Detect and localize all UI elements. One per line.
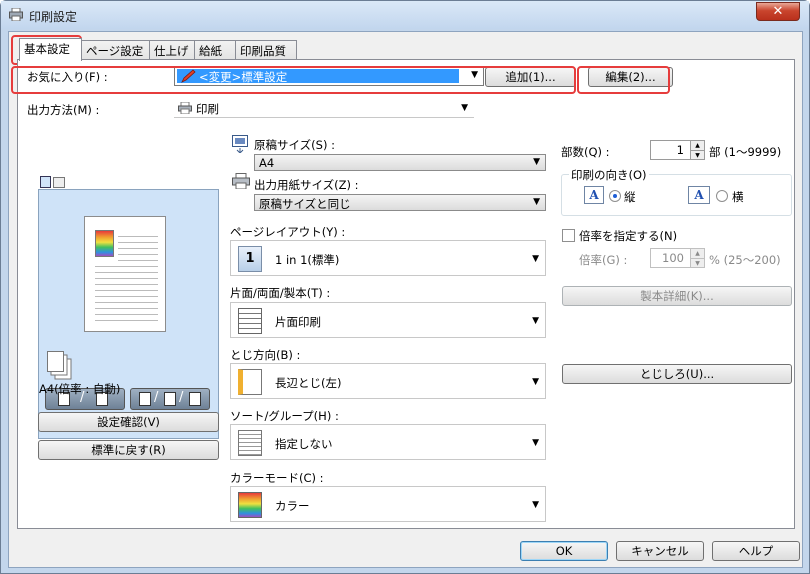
output-method-value: 印刷 <box>196 102 219 116</box>
tab-finishing[interactable]: 仕上げ <box>149 40 195 60</box>
original-size-value: A4 <box>259 156 275 170</box>
portrait-radio[interactable] <box>609 190 621 202</box>
preview-text-lines <box>95 261 158 321</box>
chevron-down-icon: ▼ <box>461 103 468 113</box>
output-method-dropdown[interactable]: 印刷 ▼ <box>174 98 474 118</box>
original-size-icon <box>232 135 248 153</box>
page-layout-dropdown[interactable]: 1 1 in 1(標準) ▼ <box>230 240 546 276</box>
color-mode-dropdown[interactable]: カラー ▼ <box>230 486 546 522</box>
chevron-down-icon: ▼ <box>532 500 539 510</box>
scale-range: % (25〜200) <box>709 253 781 267</box>
spin-up-icon[interactable]: ▲ <box>690 249 704 258</box>
color-mode-value: カラー <box>275 499 310 513</box>
scale-checkbox[interactable] <box>562 229 575 242</box>
basic-settings-panel: お気に入り(F) : <変更>標準設定 ▼ 追加(1)... 編集(2)... … <box>17 59 795 529</box>
binding-label: とじ方向(B) : <box>230 348 301 362</box>
output-method-label: 出力方法(M) : <box>27 103 100 117</box>
chevron-down-icon: ▼ <box>533 157 540 167</box>
tab-basic[interactable]: 基本設定 <box>19 38 82 61</box>
preview-page <box>84 216 166 332</box>
orientation-label: 印刷の向き(O) <box>569 167 649 183</box>
page-icon <box>164 392 176 406</box>
one-sided-icon <box>238 308 262 334</box>
paper-size-label: 出力用紙サイズ(Z) : <box>254 178 359 192</box>
spin-down-icon[interactable]: ▼ <box>690 258 704 267</box>
ok-button[interactable]: OK <box>520 541 608 561</box>
sort-dropdown[interactable]: 指定しない ▼ <box>230 424 546 460</box>
paper-size-icon <box>232 173 250 189</box>
print-settings-window: 印刷設定 ✕ 基本設定 ページ設定 仕上げ 給紙 印刷品質 お気に入り(F) :… <box>0 0 810 574</box>
landscape-icon: A <box>688 186 710 204</box>
scale-checkbox-label: 倍率を指定する(N) <box>579 229 678 243</box>
paper-size-value: 原稿サイズと同じ <box>259 197 351 211</box>
no-sort-icon <box>238 430 262 456</box>
sort-label: ソート/グループ(H) : <box>230 409 339 423</box>
one-up-icon: 1 <box>238 246 262 272</box>
page-preview: / / / <box>38 174 219 439</box>
tab-paper-source[interactable]: 給紙 <box>194 40 236 60</box>
copies-label: 部数(Q) : <box>561 145 610 159</box>
help-button[interactable]: ヘルプ <box>712 541 800 561</box>
cancel-button[interactable]: キャンセル <box>616 541 704 561</box>
preview-status: A4(倍率 : 自動) <box>39 382 121 396</box>
scale-value: 100 <box>662 251 684 265</box>
paper-size-dropdown[interactable]: 原稿サイズと同じ ▼ <box>254 194 546 211</box>
chevron-down-icon: ▼ <box>532 438 539 448</box>
slash-icon: / <box>154 390 159 405</box>
dialog-body: 基本設定 ページ設定 仕上げ 給紙 印刷品質 お気に入り(F) : <変更>標準… <box>8 31 803 568</box>
favorites-highlight <box>11 66 576 94</box>
title-bar[interactable]: 印刷設定 ✕ <box>1 1 809 29</box>
duplex-value: 片面印刷 <box>275 315 321 329</box>
preview-toolbar <box>38 174 219 190</box>
confirm-settings-button[interactable]: 設定確認(V) <box>38 412 219 432</box>
page-view-icon[interactable] <box>40 176 51 188</box>
window-title: 印刷設定 <box>29 10 78 24</box>
portrait-icon: A <box>584 186 604 204</box>
spin-down-icon[interactable]: ▼ <box>690 150 704 159</box>
binding-value: 長辺とじ(左) <box>275 376 342 390</box>
landscape-radio[interactable] <box>716 190 728 202</box>
page-layout-label: ページレイアウト(Y) : <box>230 225 346 239</box>
spin-up-icon[interactable]: ▲ <box>690 141 704 150</box>
duplex-label: 片面/両面/製本(T) : <box>230 286 331 300</box>
restore-defaults-button[interactable]: 標準に戻す(R) <box>38 440 219 460</box>
original-size-dropdown[interactable]: A4 ▼ <box>254 154 546 171</box>
original-size-label: 原稿サイズ(S) : <box>254 138 335 152</box>
tab-page-setup[interactable]: ページ設定 <box>81 40 150 60</box>
chevron-down-icon: ▼ <box>532 254 539 264</box>
slash-icon: / <box>179 390 184 405</box>
copies-range: 部 (1〜9999) <box>709 145 782 159</box>
booklet-details-button[interactable]: 製本詳細(K)... <box>562 286 792 306</box>
printer-icon <box>178 102 192 114</box>
tab-print-quality[interactable]: 印刷品質 <box>235 40 297 60</box>
landscape-label: 横 <box>732 190 744 204</box>
page-layout-value: 1 in 1(標準) <box>275 253 340 267</box>
long-edge-left-icon <box>238 369 262 395</box>
copies-value: 1 <box>676 143 684 157</box>
color-mode-label: カラーモード(C) : <box>230 471 324 485</box>
scale-spinner[interactable]: 100 ▲ ▼ <box>650 248 705 268</box>
page-icon <box>139 392 151 406</box>
chevron-down-icon: ▼ <box>533 197 540 207</box>
layout-view-button[interactable]: / / <box>130 388 210 410</box>
preview-image <box>95 230 114 257</box>
sort-value: 指定しない <box>275 437 333 451</box>
printer-icon <box>9 8 23 21</box>
color-icon <box>238 492 262 518</box>
duplex-dropdown[interactable]: 片面印刷 ▼ <box>230 302 546 338</box>
copies-stack-icon <box>47 351 72 380</box>
portrait-label: 縦 <box>624 190 636 204</box>
edit-highlight <box>577 66 670 94</box>
chevron-down-icon: ▼ <box>532 316 539 326</box>
copies-spinner[interactable]: 1 ▲ ▼ <box>650 140 705 160</box>
scale-label: 倍率(G) : <box>579 253 628 267</box>
page-icon <box>189 392 201 406</box>
close-button[interactable]: ✕ <box>756 2 800 21</box>
gutter-button[interactable]: とじしろ(U)... <box>562 364 792 384</box>
chevron-down-icon: ▼ <box>532 377 539 387</box>
binding-dropdown[interactable]: 長辺とじ(左) ▼ <box>230 363 546 399</box>
printer-view-icon[interactable] <box>53 177 65 188</box>
